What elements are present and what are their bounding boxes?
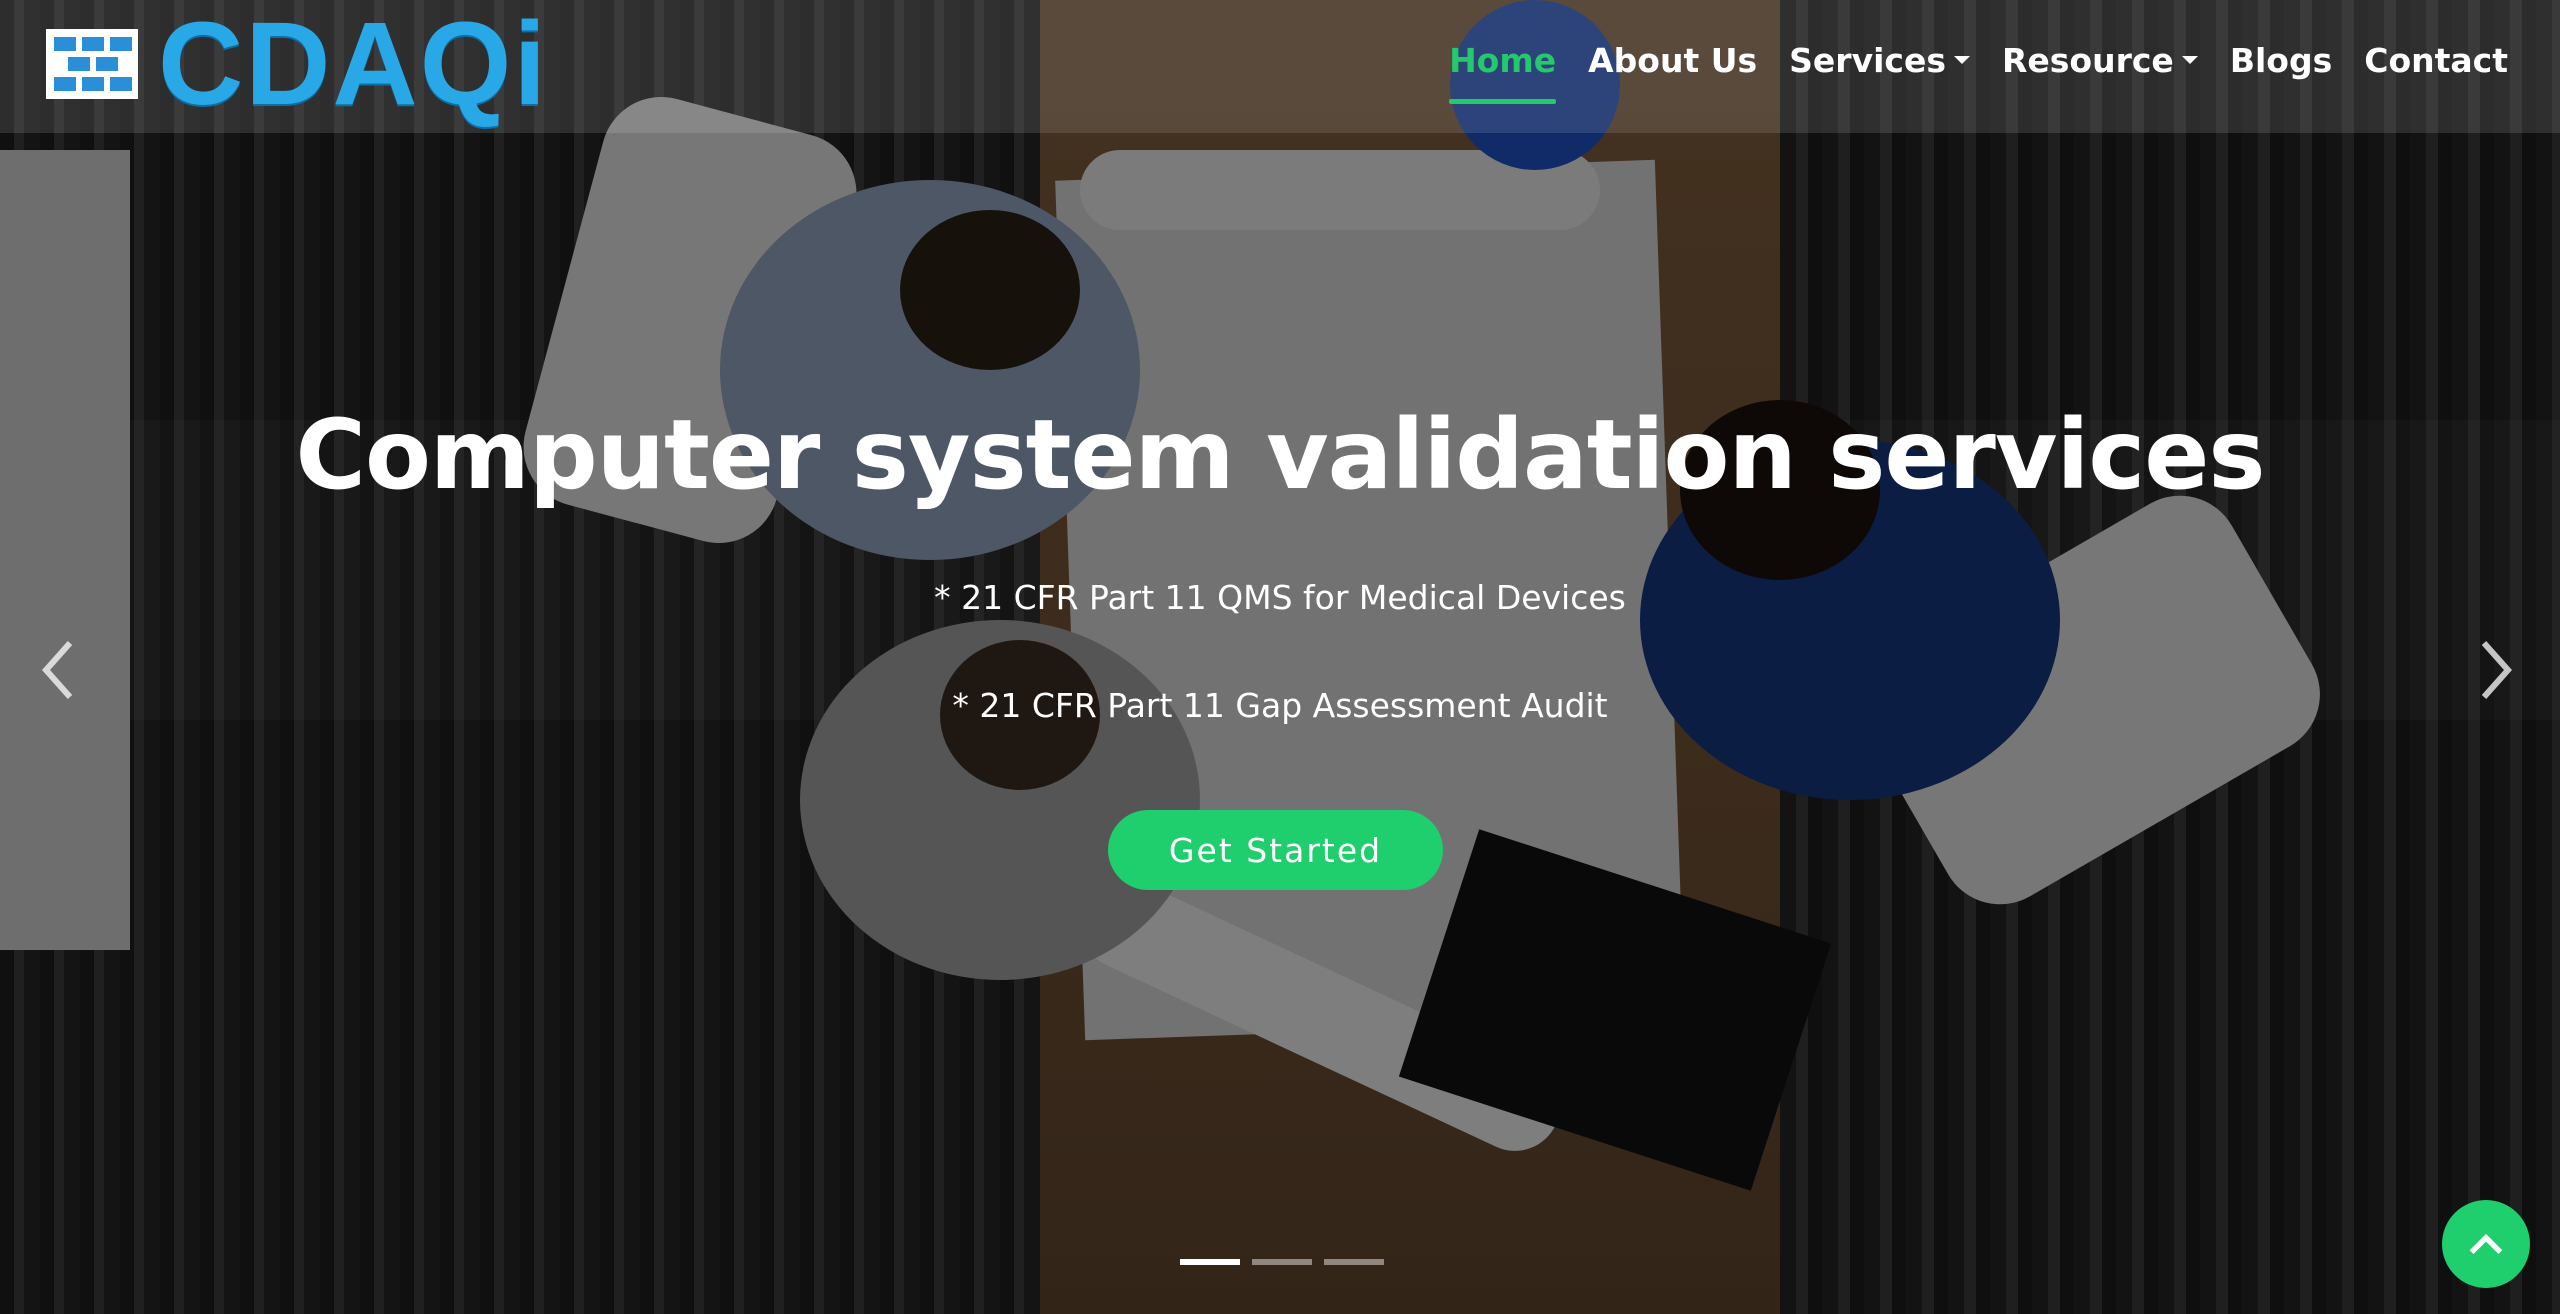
chevron-up-icon <box>2469 1233 2503 1255</box>
chevron-right-icon <box>2481 641 2513 699</box>
nav-item-resource[interactable]: Resource <box>1986 0 2214 120</box>
nav-item-home[interactable]: Home <box>1433 0 1572 120</box>
chevron-down-icon <box>1954 56 1970 64</box>
site-header: CDAQi Home About Us Services Resource Bl… <box>0 0 2560 133</box>
get-started-label: Get Started <box>1168 830 1383 870</box>
chevron-left-icon <box>41 641 73 699</box>
nav-item-label: Blogs <box>2229 40 2333 80</box>
hero-title: Computer system validation services <box>295 399 2266 511</box>
logo-mark-icon <box>46 29 138 99</box>
brand-logo[interactable]: CDAQi <box>46 5 548 123</box>
carousel-prev-button[interactable] <box>28 630 88 710</box>
carousel-next-button[interactable] <box>2466 630 2526 710</box>
chevron-down-icon <box>2181 56 2198 64</box>
hero-line-2: * 21 CFR Part 11 Gap Assessment Audit <box>952 686 1608 725</box>
nav-item-services[interactable]: Services <box>1773 0 1986 120</box>
logo-text: CDAQi <box>158 0 549 130</box>
nav-item-label: About Us <box>1588 40 1758 80</box>
nav-item-label: Resource <box>2002 40 2174 80</box>
nav-item-label: Contact <box>2364 40 2508 80</box>
carousel-indicators <box>1174 1259 1390 1265</box>
get-started-button[interactable]: Get Started <box>1108 810 1443 890</box>
nav-item-about-us[interactable]: About Us <box>1572 0 1773 120</box>
back-to-top-button[interactable] <box>2442 1200 2530 1288</box>
nav-item-blogs[interactable]: Blogs <box>2214 0 2348 120</box>
nav-item-label: Services <box>1789 40 1946 80</box>
nav-item-contact[interactable]: Contact <box>2348 0 2524 120</box>
carousel-indicator-3[interactable] <box>1324 1259 1384 1265</box>
carousel-indicator-1[interactable] <box>1180 1259 1240 1265</box>
nav-item-label: Home <box>1449 40 1557 80</box>
main-nav: Home About Us Services Resource Blogs Co… <box>1433 0 2524 120</box>
hero-line-1: * 21 CFR Part 11 QMS for Medical Devices <box>934 578 1626 617</box>
carousel-indicator-2[interactable] <box>1252 1259 1312 1265</box>
hero-dark-overlay <box>0 0 2560 1314</box>
